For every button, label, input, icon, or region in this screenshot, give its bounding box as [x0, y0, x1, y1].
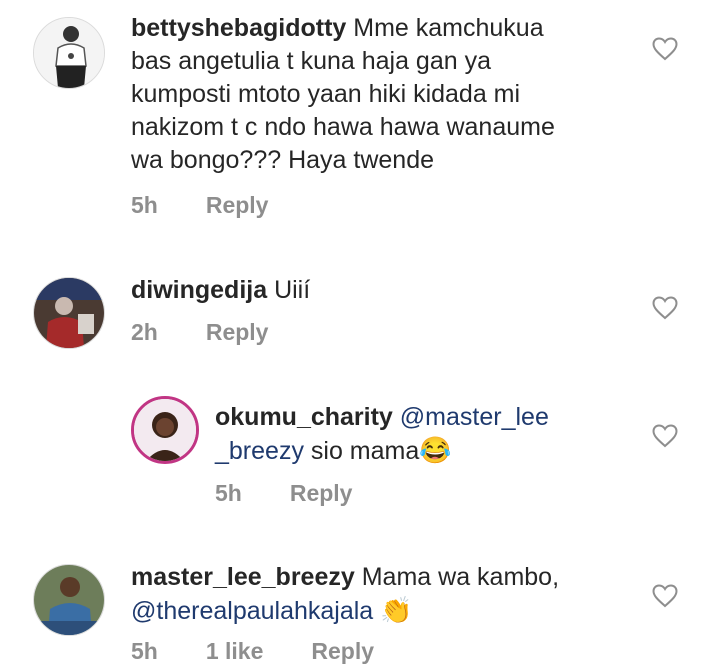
comment-line: bas angetulia t kuna haja gan ya: [131, 47, 491, 75]
comment-body: sio mama: [303, 437, 420, 465]
mention-link[interactable]: _breezy: [215, 437, 304, 465]
reply-button[interactable]: Reply: [290, 480, 353, 506]
photo-avatar-icon: [134, 399, 196, 461]
laughing-emoji: 😂: [419, 435, 452, 465]
comment-body: Mama wa kambo,: [361, 563, 560, 591]
clapping-emoji: 👏: [380, 595, 413, 625]
comment-text: diwingedija Uiií: [131, 274, 310, 307]
comment-text: okumu_charity @master_lee _breezy sio ma…: [215, 401, 549, 468]
photo-avatar-icon: [34, 278, 104, 348]
comment-meta: 2h Reply: [131, 319, 316, 346]
mention-link[interactable]: @therealpaulahkajala: [131, 597, 373, 625]
comment-text: master_lee_breezy Mama wa kambo, @therea…: [131, 561, 559, 628]
timestamp: 5h: [131, 192, 158, 218]
reply-button[interactable]: Reply: [206, 319, 269, 345]
person-avatar-icon: [34, 18, 104, 88]
heart-outline-icon[interactable]: [652, 424, 678, 448]
avatar[interactable]: [33, 17, 105, 89]
reply-button[interactable]: Reply: [311, 638, 374, 664]
comment-line: wa bongo??? Haya twende: [131, 146, 435, 174]
comment-meta: 5h Reply: [215, 480, 400, 507]
heart-outline-icon[interactable]: [652, 296, 678, 320]
comment-meta: 5h Reply: [131, 192, 316, 219]
avatar[interactable]: [33, 564, 105, 636]
reply-button[interactable]: Reply: [206, 192, 269, 218]
timestamp: 5h: [215, 480, 242, 506]
comment-body: Uiií: [274, 276, 311, 304]
username[interactable]: bettyshebagidotty: [131, 14, 346, 42]
heart-outline-icon[interactable]: [652, 37, 678, 61]
timestamp: 5h: [131, 638, 158, 664]
username[interactable]: master_lee_breezy: [131, 563, 355, 591]
comment-text: bettyshebagidotty Mme kamchukua bas ange…: [131, 12, 555, 177]
timestamp: 2h: [131, 319, 158, 345]
photo-avatar-icon: [34, 565, 104, 635]
comment-line: nakizom t c ndo hawa hawa wanaume: [131, 113, 555, 141]
avatar[interactable]: [131, 396, 199, 464]
likes-count[interactable]: 1 like: [206, 638, 264, 664]
heart-outline-icon[interactable]: [652, 584, 678, 608]
mention-link[interactable]: @master_lee: [400, 403, 549, 431]
avatar[interactable]: [33, 277, 105, 349]
comment-line: Mme kamchukua: [353, 14, 544, 42]
comment-line: kumposti mtoto yaan hiki kidada mi: [131, 80, 521, 108]
username[interactable]: okumu_charity: [215, 403, 393, 431]
username[interactable]: diwingedija: [131, 276, 267, 304]
